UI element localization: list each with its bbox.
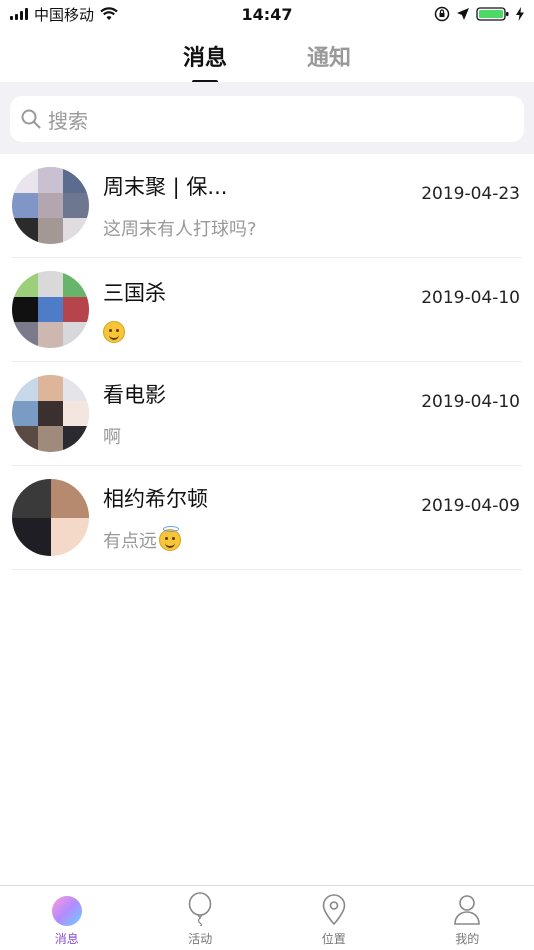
- bottom-tab-label: 活动: [188, 932, 213, 946]
- conversation-text: 周末聚 | 保... 这周末有人打球吗?: [103, 171, 522, 241]
- search-icon: [21, 109, 41, 129]
- tab-messages[interactable]: 消息: [183, 30, 227, 82]
- clock: 14:47: [241, 4, 293, 24]
- search-area: 搜索: [0, 82, 534, 154]
- search-input[interactable]: 搜索: [10, 96, 524, 142]
- conversation-item[interactable]: 三国杀 2019-04-10: [12, 258, 522, 362]
- search-placeholder: 搜索: [48, 108, 88, 133]
- top-tab-bar: 消息 通知: [0, 30, 534, 82]
- carrier-label: 中国移动: [34, 5, 95, 24]
- bottom-tab-label: 消息: [54, 932, 79, 946]
- halo-smile-emoji-icon: [159, 525, 181, 551]
- group-avatar: [12, 167, 89, 244]
- conversation-text: 相约希尔顿 有点远: [103, 483, 522, 553]
- tab-notifications[interactable]: 通知: [307, 30, 351, 82]
- battery-icon: [476, 7, 509, 21]
- conversation-item[interactable]: 周末聚 | 保... 这周末有人打球吗? 2019-04-23: [12, 154, 522, 258]
- last-message-text: 有点远: [103, 530, 157, 552]
- balloon-icon: [188, 892, 212, 926]
- messages-icon: [51, 896, 82, 926]
- conversation-date: 2019-04-10: [421, 288, 520, 308]
- last-message-text: 这周末有人打球吗?: [103, 218, 257, 240]
- bottom-tab-profile[interactable]: 我的: [401, 886, 534, 950]
- wifi-icon: [100, 7, 118, 20]
- conversation-text: 看电影 啊: [103, 379, 522, 449]
- conversation-item[interactable]: 看电影 啊 2019-04-10: [12, 362, 522, 466]
- bottom-tab-messages[interactable]: 消息: [0, 886, 134, 950]
- conversation-date: 2019-04-10: [421, 392, 520, 412]
- conversation-item[interactable]: 相约希尔顿 有点远 2019-04-09: [12, 466, 522, 570]
- profile-icon: [454, 895, 481, 925]
- conversation-last-message: 有点远: [103, 525, 522, 553]
- group-avatar: [12, 271, 89, 348]
- last-message-text: 啊: [103, 426, 121, 448]
- smile-emoji-icon: [103, 320, 125, 343]
- conversation-last-message: 这周末有人打球吗?: [103, 215, 522, 241]
- bottom-tab-label: 我的: [455, 932, 480, 946]
- orientation-lock-icon: [434, 6, 450, 22]
- bottom-tab-activity[interactable]: 活动: [134, 886, 268, 950]
- status-left: 中国移动: [10, 4, 118, 25]
- conversation-last-message: [103, 320, 522, 343]
- conversation-date: 2019-04-09: [421, 496, 520, 516]
- status-bar: 中国移动 14:47: [0, 0, 534, 28]
- conversation-date: 2019-04-23: [421, 184, 520, 204]
- conversation-list: 周末聚 | 保... 这周末有人打球吗? 2019-04-23 三国杀 2019…: [0, 154, 534, 570]
- conversation-text: 三国杀: [103, 277, 522, 343]
- group-avatar: [12, 479, 89, 556]
- signal-icon: [10, 8, 28, 20]
- bottom-tab-label: 位置: [321, 932, 346, 946]
- location-arrow-icon: [457, 8, 469, 20]
- conversation-last-message: 啊: [103, 423, 522, 449]
- bottom-tab-location[interactable]: 位置: [267, 886, 401, 950]
- status-right: [434, 6, 524, 22]
- group-avatar: [12, 375, 89, 452]
- charging-bolt-icon: [516, 7, 524, 21]
- location-pin-icon: [322, 894, 346, 926]
- bottom-tab-bar: 消息 活动 位置 我的: [0, 885, 534, 950]
